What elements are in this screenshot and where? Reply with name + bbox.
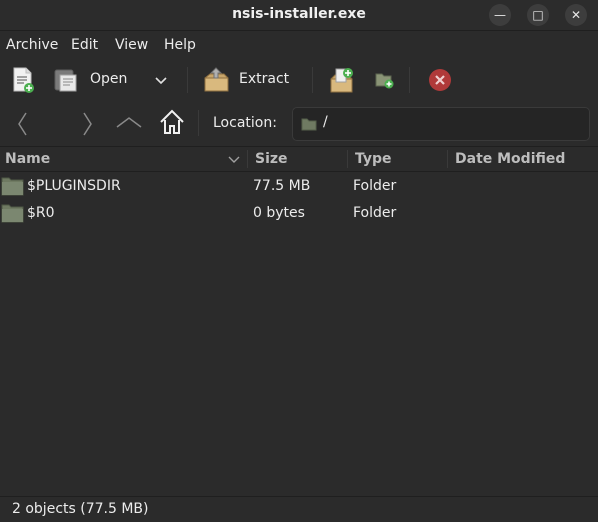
extract-icon (204, 67, 229, 92)
menu-archive[interactable]: Archive (6, 37, 58, 53)
status-text: 2 objects (77.5 MB) (12, 501, 149, 517)
location-bar: Location: / (0, 101, 598, 145)
open-button[interactable] (52, 67, 80, 93)
menu-help[interactable]: Help (164, 37, 196, 53)
back-button[interactable] (12, 111, 32, 137)
column-divider[interactable] (247, 150, 248, 168)
folder-icon (1, 204, 24, 223)
forward-button[interactable] (78, 111, 98, 137)
back-icon (18, 112, 27, 136)
open-archive-icon (54, 69, 77, 92)
toolbar-separator (409, 67, 410, 93)
location-path: / (323, 114, 328, 130)
add-files-button[interactable] (328, 65, 356, 95)
maximize-button[interactable]: □ (527, 4, 549, 26)
toolbar-separator (198, 110, 199, 136)
stop-icon (429, 69, 451, 91)
new-archive-button[interactable] (10, 66, 36, 94)
column-type[interactable]: Type (355, 151, 392, 167)
folder-icon (301, 118, 317, 131)
location-label: Location: (213, 115, 277, 131)
extract-label[interactable]: Extract (239, 71, 289, 87)
column-date-modified[interactable]: Date Modified (455, 151, 565, 167)
toolbar-separator (312, 67, 313, 93)
column-size[interactable]: Size (255, 151, 288, 167)
close-icon: ✕ (570, 8, 582, 22)
chevron-down-icon (155, 77, 167, 85)
open-label[interactable]: Open (90, 71, 127, 87)
add-folder-icon (375, 73, 394, 89)
file-name: $R0 (27, 205, 55, 221)
file-type: Folder (353, 178, 397, 194)
maximize-icon: □ (532, 8, 544, 22)
home-icon (160, 109, 184, 134)
add-files-icon (330, 68, 353, 93)
location-field[interactable]: / (292, 107, 590, 141)
new-archive-icon (13, 67, 34, 93)
column-name[interactable]: Name (5, 151, 50, 167)
menu-edit[interactable]: Edit (71, 37, 98, 53)
extract-button[interactable] (202, 66, 230, 94)
up-icon (116, 117, 142, 128)
up-button[interactable] (115, 113, 143, 133)
file-size: 77.5 MB (253, 178, 311, 194)
table-row[interactable]: $R0 0 bytes Folder (0, 200, 598, 227)
status-bar: 2 objects (77.5 MB) (0, 496, 598, 522)
toolbar: Open Extract (0, 59, 598, 101)
minimize-icon: — (494, 8, 506, 22)
home-button[interactable] (158, 108, 186, 136)
open-dropdown-button[interactable] (153, 72, 169, 88)
toolbar-separator (187, 67, 188, 93)
column-header: Name Size Type Date Modified (0, 147, 598, 172)
title-bar: nsis-installer.exe — □ ✕ (0, 0, 598, 31)
file-list: Name Size Type Date Modified $PLUGINSDIR… (0, 146, 598, 497)
stop-button[interactable] (428, 68, 452, 92)
file-name: $PLUGINSDIR (27, 178, 121, 194)
forward-icon (83, 112, 92, 136)
table-row[interactable]: $PLUGINSDIR 77.5 MB Folder (0, 173, 598, 200)
menu-view[interactable]: View (115, 37, 148, 53)
close-button[interactable]: ✕ (565, 4, 587, 26)
menu-bar: Archive Edit View Help (0, 31, 598, 59)
file-size: 0 bytes (253, 205, 305, 221)
column-divider[interactable] (347, 150, 348, 168)
add-folder-button[interactable] (374, 69, 396, 91)
column-divider[interactable] (447, 150, 448, 168)
folder-icon (1, 177, 24, 196)
file-type: Folder (353, 205, 397, 221)
minimize-button[interactable]: — (489, 4, 511, 26)
sort-chevron-down-icon[interactable] (227, 153, 241, 167)
